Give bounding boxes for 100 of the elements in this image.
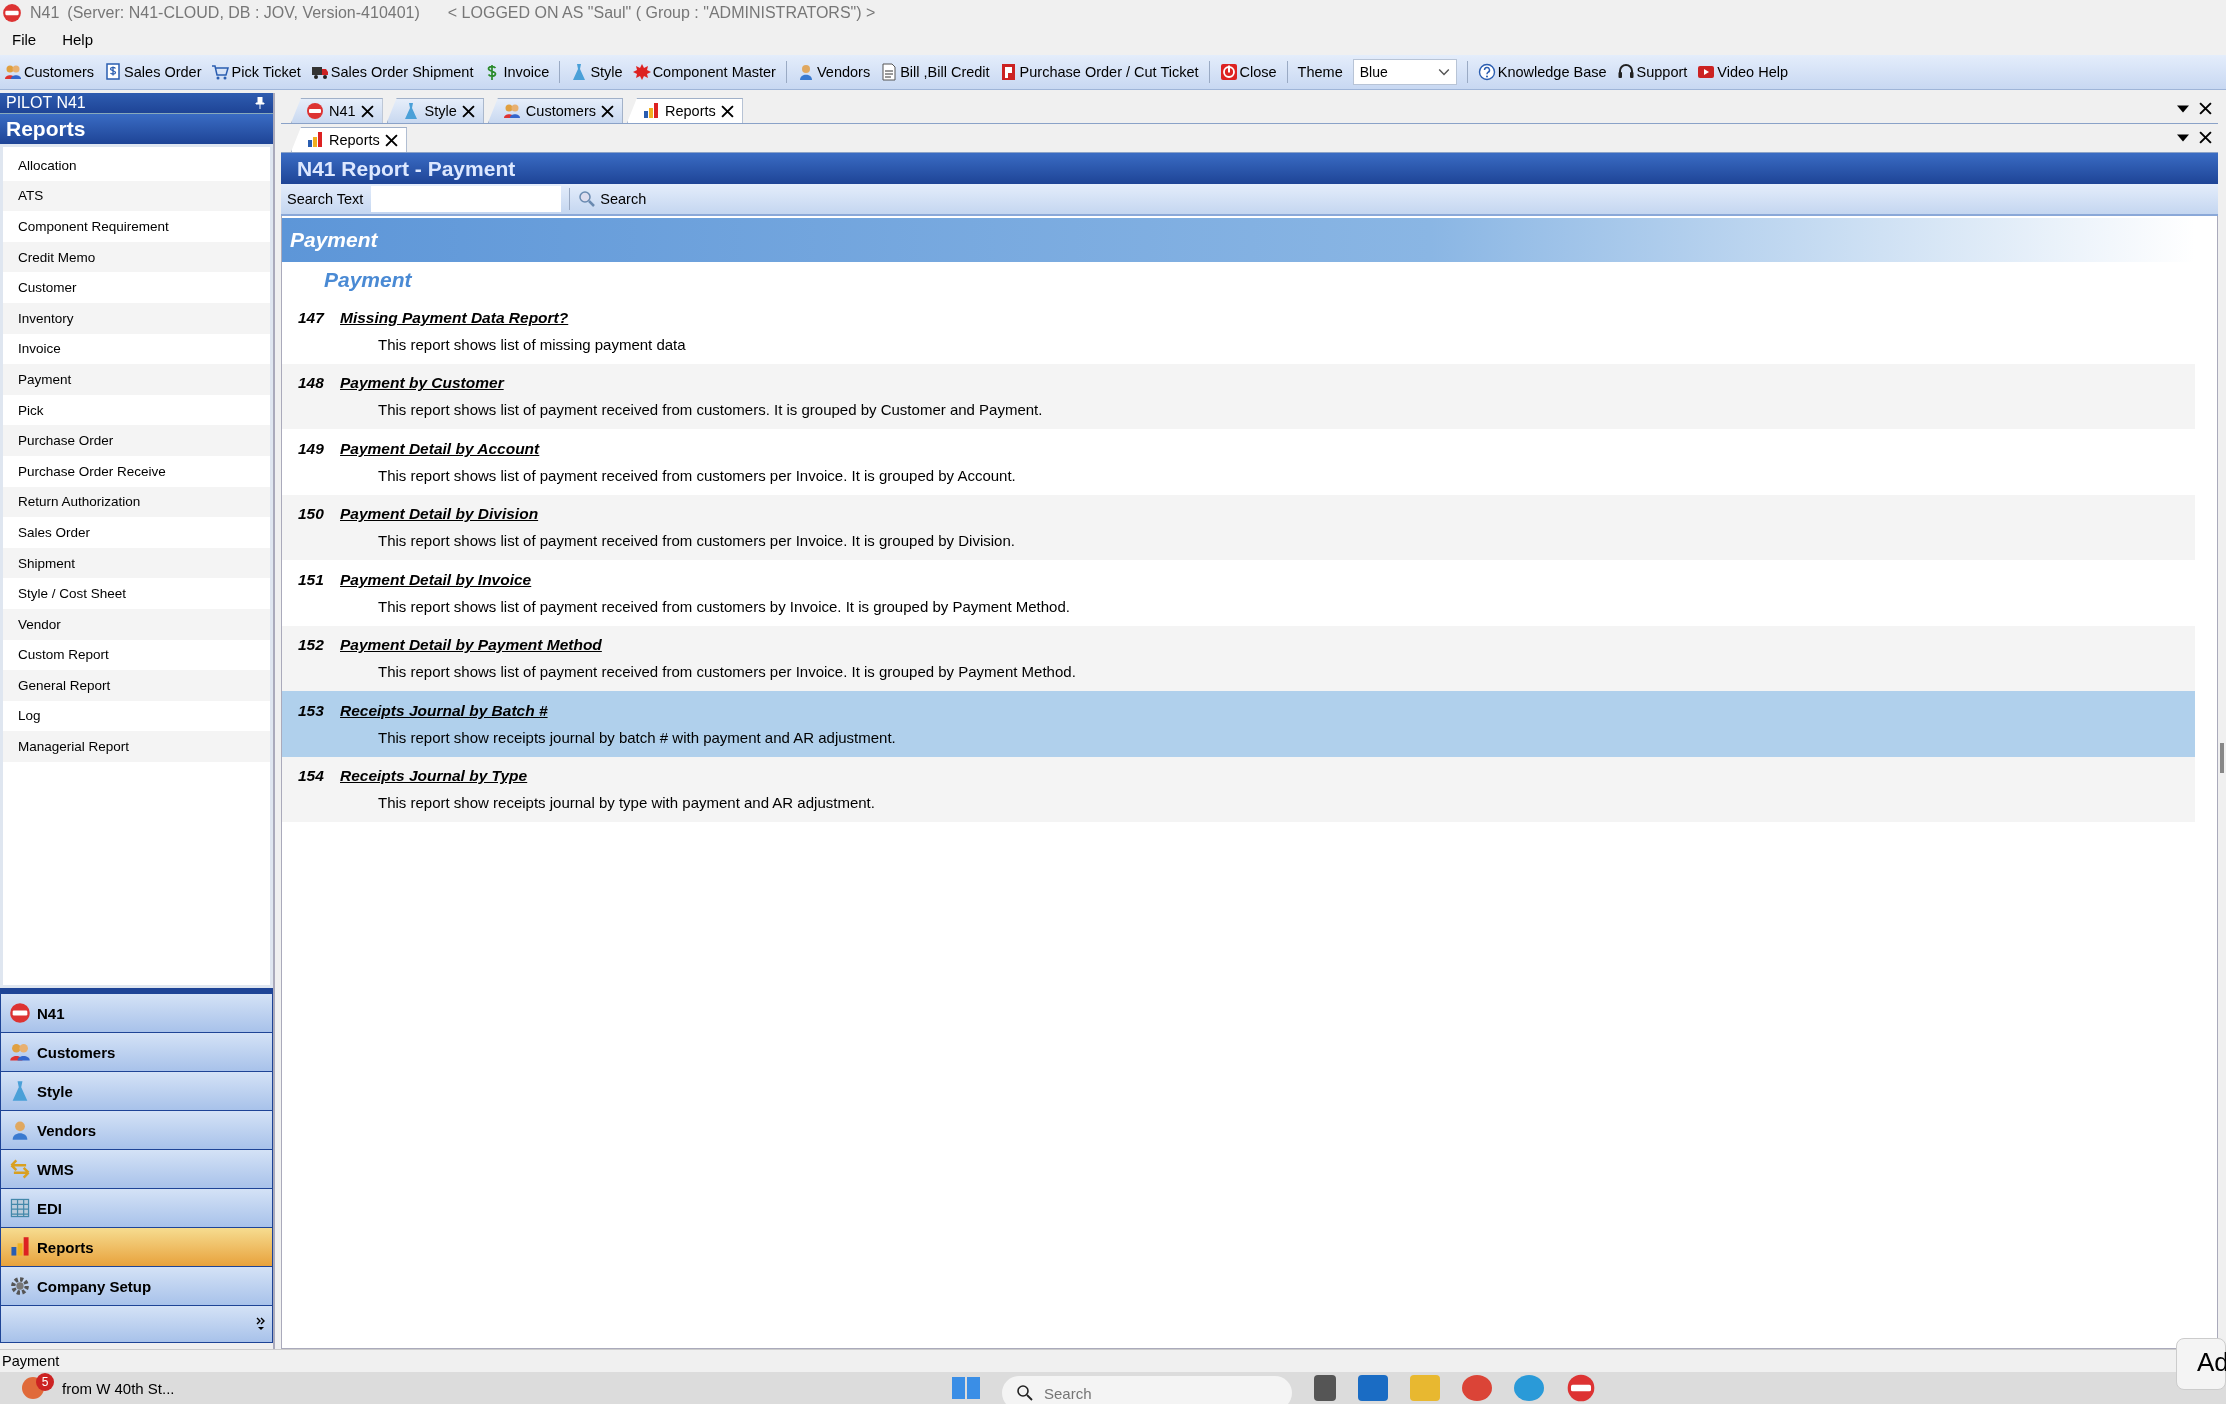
cart-icon (211, 63, 230, 81)
toolbar-button[interactable]: Vendors (796, 63, 871, 81)
nav-button[interactable]: Vendors (0, 1111, 273, 1150)
theme-dropdown[interactable]: Blue (1352, 59, 1457, 85)
close-icon[interactable] (360, 104, 374, 118)
tab[interactable]: Customers (487, 98, 623, 123)
pin-icon[interactable] (255, 97, 265, 109)
toolbar-button[interactable]: Purchase Order / Cut Ticket (999, 63, 1199, 81)
list-item[interactable]: Allocation (3, 150, 270, 181)
close-icon[interactable] (2199, 131, 2212, 144)
list-item[interactable]: General Report (3, 670, 270, 701)
report-link[interactable]: Payment Detail by Division (340, 505, 539, 524)
toolbar-button[interactable]: Bill ,Bill Credit (880, 63, 990, 81)
report-link[interactable]: Missing Payment Data Report? (340, 308, 569, 327)
report-link[interactable]: Payment Detail by Invoice (340, 570, 532, 589)
dropdown-caret-icon[interactable] (2177, 104, 2189, 113)
chevron-icon[interactable] (256, 1317, 266, 1331)
menu-item[interactable]: Help (62, 30, 94, 48)
search-field[interactable] (371, 186, 562, 212)
report-row[interactable]: 148 Payment by Customer This report shows list of payment received from customers. It is grouped by Customer and Payment. (282, 363, 2195, 429)
report-row[interactable]: 149 Payment Detail by Account This report shows list of payment received from customers per Invoice. It is grouped by Account. (282, 429, 2195, 495)
menu-item[interactable]: File (12, 30, 37, 48)
login-info: < LOGGED ON AS "Saul" ( Group : "ADMINISTRATORS") > (447, 4, 876, 22)
tab[interactable]: Reports (291, 127, 407, 152)
list-item[interactable]: Inventory (3, 302, 270, 334)
list-item[interactable]: Vendor (3, 608, 270, 640)
server-info: (Server: N41-CLOUD, DB : JOV, Version-410401) (67, 4, 420, 22)
list-item[interactable]: Pick (3, 394, 270, 426)
taskbar-search-field[interactable]: Search (1002, 1376, 1292, 1404)
report-link[interactable]: Receipts Journal by Type (340, 767, 528, 786)
list-item[interactable]: Purchase Order Receive (3, 455, 270, 487)
dollar-document-icon (104, 63, 123, 81)
list-item[interactable]: Purchase Order (3, 425, 270, 456)
toolbar-button[interactable]: Pick Ticket (211, 63, 301, 81)
scrollbar-thumb[interactable] (2220, 743, 2224, 773)
toolbar-button[interactable]: Video Help (1697, 63, 1789, 81)
report-row[interactable]: 152 Payment Detail by Payment Method This report shows list of payment received from customers per Invoice. It is grouped by Payment Method. (282, 625, 2195, 691)
report-number: 149 (298, 439, 325, 458)
arrows-icon (9, 1158, 31, 1180)
chevron-down-icon[interactable] (1437, 68, 1450, 76)
nav-button[interactable]: Company Setup (0, 1267, 273, 1306)
nav-button[interactable]: Reports (0, 1228, 273, 1267)
report-link[interactable]: Payment by Customer (340, 374, 504, 393)
close-icon[interactable] (720, 104, 734, 118)
search-button[interactable]: Search (578, 190, 647, 208)
close-icon[interactable] (461, 104, 475, 118)
nav-button[interactable]: Style (0, 1072, 273, 1111)
list-item[interactable]: Shipment (3, 547, 270, 579)
list-item[interactable]: Sales Order (3, 517, 270, 548)
report-row[interactable]: 153 Receipts Journal by Batch # This report show receipts journal by batch # with payment and AR adjustment. (282, 691, 2195, 757)
list-item[interactable]: ATS (3, 180, 270, 212)
report-description: This report show receipts journal by batch # with payment and AR adjustment. (377, 728, 897, 746)
panel-title: PILOT N41 (6, 94, 86, 112)
list-item[interactable]: Customer (3, 272, 270, 303)
list-item[interactable]: Style / Cost Sheet (3, 578, 270, 609)
nav-button[interactable]: EDI (0, 1189, 273, 1228)
toolbar-button[interactable]: Sales Order (104, 63, 202, 81)
report-link[interactable]: Payment Detail by Account (340, 439, 540, 458)
list-item[interactable]: Component Requirement (3, 211, 270, 242)
report-description: This report show receipts journal by type with payment and AR adjustment. (377, 794, 876, 812)
tab[interactable]: Style (386, 98, 484, 123)
toolbar-button[interactable]: Customers (4, 63, 95, 81)
toolbar-button[interactable]: Sales Order Shipment (310, 63, 474, 81)
list-item[interactable]: Log (3, 700, 270, 732)
list-item[interactable]: Payment (3, 364, 270, 395)
dropdown-caret-icon[interactable] (2177, 133, 2189, 142)
report-row[interactable]: 151 Payment Detail by Invoice This report shows list of payment received from customers by Invoice. It is grouped by Payment Method. (282, 560, 2195, 626)
report-row[interactable]: 150 Payment Detail by Division This report shows list of payment received from customers per Invoice. It is grouped by Division. (282, 494, 2195, 560)
people-icon (4, 63, 22, 81)
list-item[interactable]: Credit Memo (3, 241, 270, 273)
splitter-grip[interactable] (0, 988, 273, 994)
nav-button[interactable]: WMS (0, 1150, 273, 1189)
toolbar-button[interactable]: Knowledge Base (1477, 63, 1607, 81)
toolbar-button[interactable]: Support (1616, 63, 1688, 81)
toolbar-button[interactable]: Style (570, 63, 623, 81)
report-link[interactable]: Payment Detail by Payment Method (340, 636, 602, 655)
status-text: Payment (2, 1353, 60, 1369)
list-item[interactable]: Managerial Report (3, 731, 270, 762)
notification-text[interactable]: from W 40th St... (62, 1379, 175, 1397)
close-icon[interactable] (2199, 102, 2212, 115)
list-item[interactable]: Custom Report (3, 639, 270, 671)
headset-icon (1616, 63, 1635, 81)
nav-button[interactable]: Customers (0, 1033, 273, 1072)
report-row[interactable]: 147 Missing Payment Data Report? This report shows list of missing payment data (282, 298, 2195, 364)
report-number: 152 (298, 636, 325, 655)
list-item[interactable]: Invoice (3, 333, 270, 365)
report-link[interactable]: Receipts Journal by Batch # (340, 701, 548, 720)
tab[interactable]: N41 (291, 98, 383, 123)
group-heading: Payment (323, 267, 413, 293)
list-item[interactable]: Return Authorization (3, 486, 270, 518)
tab[interactable]: Reports (626, 98, 743, 123)
nav-button[interactable]: N41 (0, 994, 273, 1033)
toolbar-button[interactable]: Invoice (483, 63, 550, 81)
toolbar-button[interactable]: Component Master (632, 63, 776, 81)
toolbar-button[interactable]: Close (1219, 63, 1277, 81)
report-row[interactable]: 154 Receipts Journal by Type This report show receipts journal by type with payment and AR adjustment. (282, 756, 2195, 822)
section-title: Reports (0, 113, 273, 144)
close-icon[interactable] (600, 104, 614, 118)
close-icon[interactable] (384, 133, 398, 147)
search-label: Search Text (287, 191, 364, 207)
